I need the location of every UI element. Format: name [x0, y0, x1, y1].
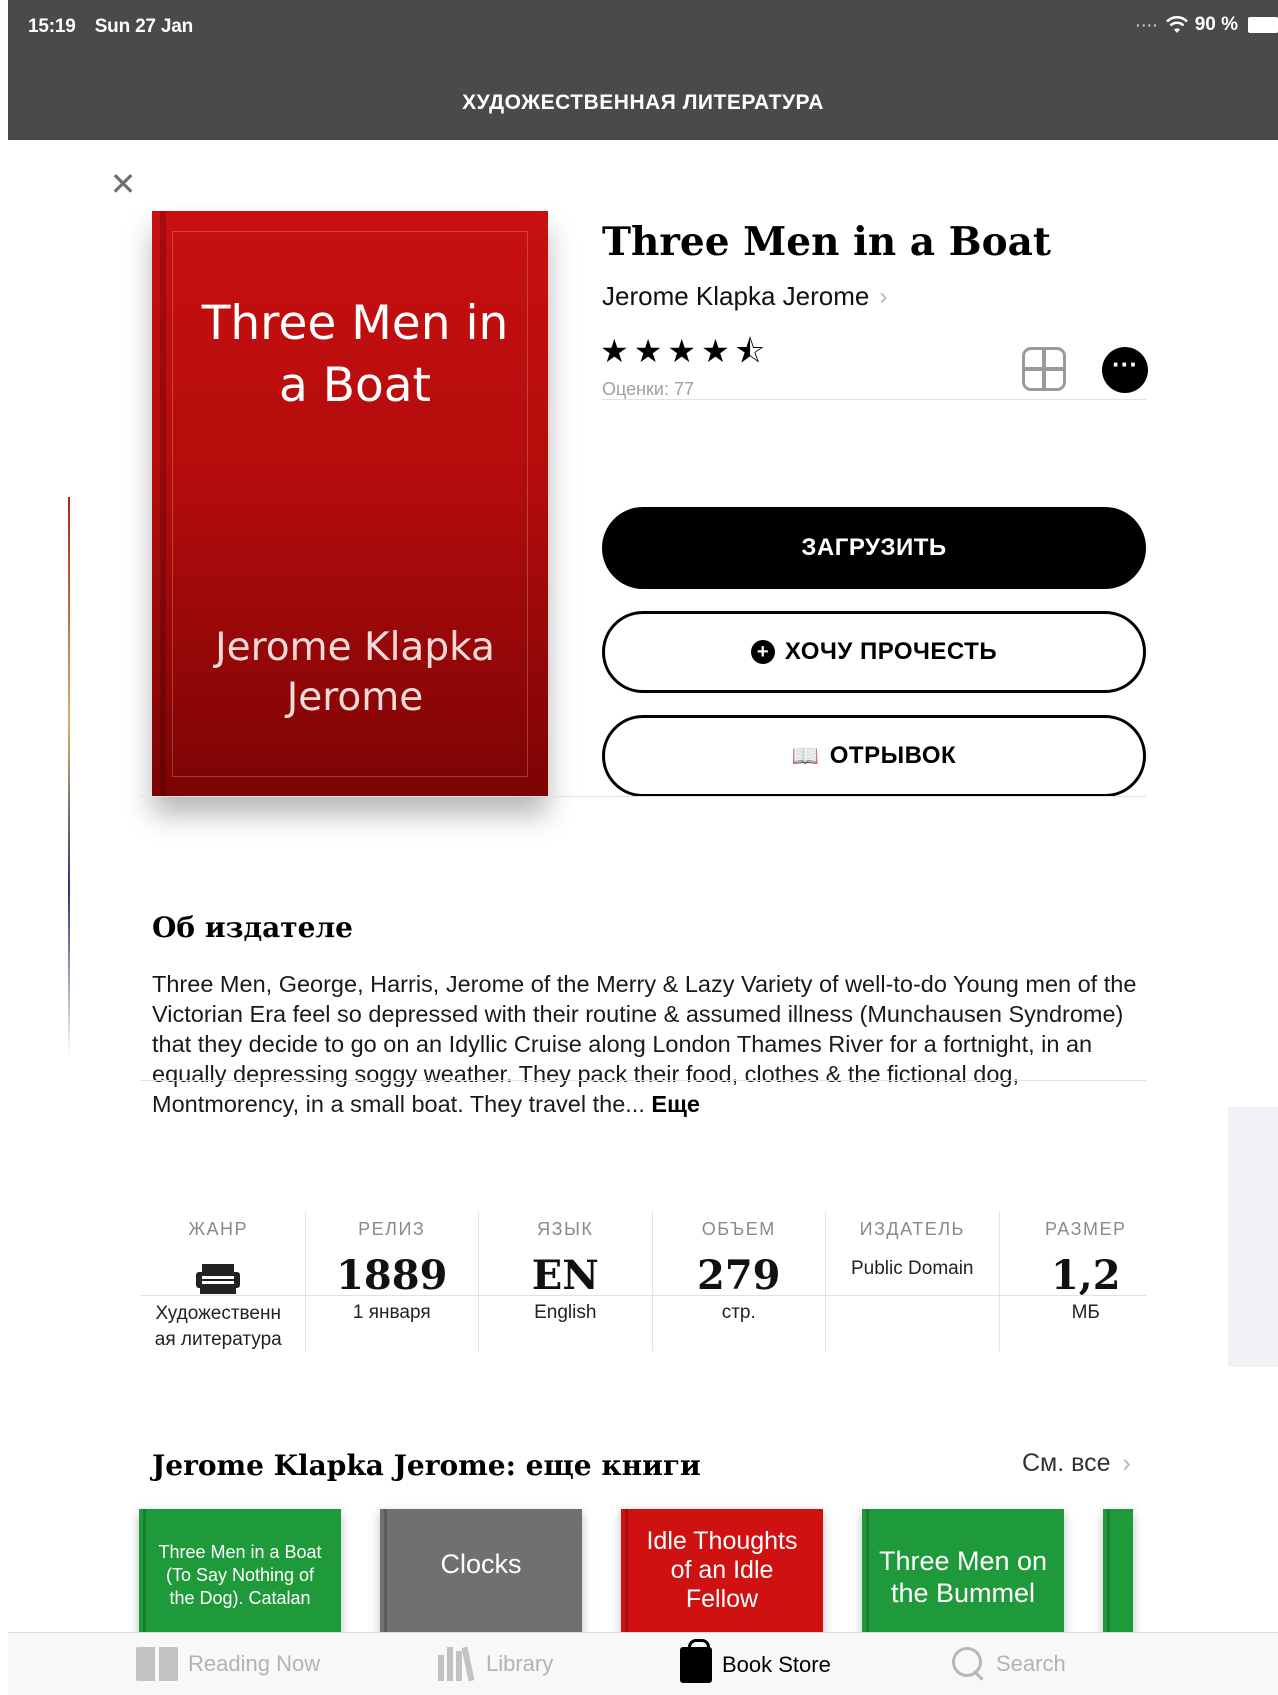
- next-card[interactable]: [1228, 142, 1278, 1632]
- sample-button[interactable]: 📖 ОТРЫВОК: [602, 715, 1146, 797]
- tab-reading-now[interactable]: Reading Now: [136, 1647, 320, 1681]
- tab-search[interactable]: Search: [952, 1647, 1066, 1681]
- info-size-sub: МБ: [1071, 1302, 1100, 1323]
- book-title: Three Men in a Boat: [602, 219, 1051, 265]
- previous-card-artwork: [68, 497, 70, 1057]
- open-book-icon: [136, 1647, 178, 1681]
- plus-circle-icon: +: [750, 640, 775, 664]
- top-bar: 15:19 Sun 27 Jan ···· 90 % ХУДОЖЕСТВЕННА…: [8, 0, 1278, 140]
- status-indicators: ···· 90 %: [1136, 14, 1278, 36]
- about-text: Three Men, George, Harris, Jerome of the…: [152, 971, 1137, 1117]
- typewriter-icon: [196, 1264, 241, 1294]
- info-release-sub: 1 января: [352, 1302, 431, 1323]
- author-link[interactable]: Jerome Klapka Jerome ›: [602, 281, 887, 312]
- category-title: ХУДОЖЕСТВЕННАЯ ЛИТЕРАТУРА: [462, 91, 824, 114]
- battery-percent: 90 %: [1194, 14, 1238, 35]
- status-bar: 15:19 Sun 27 Jan: [28, 16, 207, 38]
- more-book-item[interactable]: Clocks: [380, 1509, 582, 1633]
- about-description: Three Men, George, Harris, Jerome of the…: [152, 969, 1152, 1119]
- next-card-panel: [1228, 1107, 1278, 1367]
- info-language-value: EN: [531, 1252, 599, 1299]
- more-book-item[interactable]: Idle Thoughts of an Idle Fellow: [621, 1509, 823, 1633]
- tab-book-store-label: Book Store: [722, 1652, 831, 1677]
- info-release: РЕЛИЗ 1889 1 января: [306, 1211, 479, 1351]
- close-icon[interactable]: ✕: [106, 167, 140, 201]
- tab-library[interactable]: Library: [438, 1646, 554, 1682]
- author-name: Jerome Klapka Jerome: [602, 281, 870, 311]
- gift-icon[interactable]: [1022, 347, 1066, 391]
- info-genre-value-2: ая литература: [154, 1329, 282, 1350]
- want-to-read-label: ХОЧУ ПРОЧЕСТЬ: [784, 638, 998, 665]
- tab-search-label: Search: [996, 1651, 1066, 1676]
- info-publisher-label: ИЗДАТЕЛЬ: [859, 1219, 965, 1239]
- chevron-right-icon: ›: [879, 282, 888, 310]
- wifi-icon: [1165, 16, 1188, 33]
- divider: [140, 1080, 1146, 1081]
- book-cover[interactable]: Three Men in a Boat Jerome Klapka Jerome: [152, 211, 548, 797]
- info-length-value: 279: [697, 1252, 781, 1299]
- info-genre: ЖАНР Художественн ая литература: [132, 1211, 306, 1351]
- sample-label: ОТРЫВОК: [829, 742, 957, 769]
- status-date: Sun 27 Jan: [94, 16, 194, 37]
- tab-library-label: Library: [486, 1651, 554, 1676]
- chevron-right-icon: ›: [1122, 1449, 1131, 1477]
- download-button[interactable]: ЗАГРУЗИТЬ: [602, 507, 1146, 589]
- info-genre-value-1: Художественн: [155, 1303, 281, 1324]
- info-size-label: РАЗМЕР: [1045, 1219, 1127, 1239]
- divider: [602, 399, 1146, 400]
- shopping-bag-icon: [680, 1639, 712, 1683]
- battery-icon: [1248, 17, 1278, 33]
- more-options-icon[interactable]: ···: [1102, 347, 1148, 393]
- more-link[interactable]: Еще: [651, 1091, 700, 1117]
- info-length-label: ОБЪЕМ: [701, 1219, 776, 1239]
- info-language: ЯЗЫК EN English: [479, 1211, 653, 1351]
- signal-icon: ····: [1136, 17, 1159, 33]
- about-title: Об издателе: [152, 911, 353, 944]
- more-book-item-partial[interactable]: [1103, 1509, 1133, 1633]
- more-books-title: Jerome Klapka Jerome: еще книги: [152, 1449, 701, 1482]
- info-release-label: РЕЛИЗ: [358, 1219, 426, 1239]
- info-length-sub: стр.: [721, 1302, 756, 1323]
- download-label: ЗАГРУЗИТЬ: [801, 534, 947, 561]
- info-publisher-value: Public Domain: [851, 1258, 974, 1279]
- more-book-title: Three Men on the Bummel: [878, 1546, 1048, 1608]
- cover-title: Three Men in a Boat: [201, 296, 509, 413]
- previous-card[interactable]: [8, 142, 70, 1632]
- divider: [140, 796, 1146, 797]
- ratings-count: Оценки: 77: [602, 379, 695, 399]
- info-length: ОБЪЕМ 279 стр.: [653, 1211, 826, 1351]
- more-book-title: Idle Thoughts of an Idle Fellow: [646, 1527, 798, 1613]
- more-book-item[interactable]: Three Men in a Boat (To Say Nothing of t…: [139, 1509, 341, 1633]
- search-icon: [952, 1647, 986, 1681]
- tab-bar: Reading Now Library Book Store Search: [8, 1632, 1278, 1695]
- want-to-read-button[interactable]: + ХОЧУ ПРОЧЕСТЬ: [602, 611, 1146, 693]
- star-rating: ★★★★⯪: [600, 333, 771, 369]
- info-size-value: 1,2: [1050, 1252, 1121, 1299]
- open-book-icon: 📖: [791, 743, 820, 768]
- info-language-sub: English: [534, 1302, 597, 1323]
- book-info-row: ЖАНР Художественн ая литература РЕЛИЗ 18…: [132, 1211, 1172, 1351]
- divider: [140, 1295, 1146, 1296]
- cover-author: Jerome Klapka Jerome: [215, 625, 495, 720]
- see-all-link[interactable]: См. все ›: [1022, 1449, 1131, 1478]
- info-release-value: 1889: [336, 1252, 448, 1299]
- more-book-title: Clocks: [440, 1549, 522, 1579]
- info-publisher: ИЗДАТЕЛЬ Public Domain: [826, 1211, 1000, 1351]
- tab-book-store[interactable]: Book Store: [680, 1639, 831, 1683]
- info-language-label: ЯЗЫК: [537, 1219, 594, 1239]
- more-book-item[interactable]: Three Men on the Bummel: [862, 1509, 1064, 1633]
- status-time: 15:19: [28, 16, 76, 37]
- info-genre-label: ЖАНР: [188, 1219, 249, 1239]
- library-icon: [438, 1646, 476, 1682]
- info-size: РАЗМЕР 1,2 МБ: [1000, 1211, 1173, 1351]
- book-detail-card: ✕ Three Men in a Boat Jerome Klapka Jero…: [84, 143, 1216, 1633]
- see-all-label: См. все: [1022, 1449, 1111, 1477]
- more-book-title: Three Men in a Boat (To Say Nothing of t…: [158, 1542, 322, 1608]
- tab-reading-now-label: Reading Now: [188, 1651, 321, 1676]
